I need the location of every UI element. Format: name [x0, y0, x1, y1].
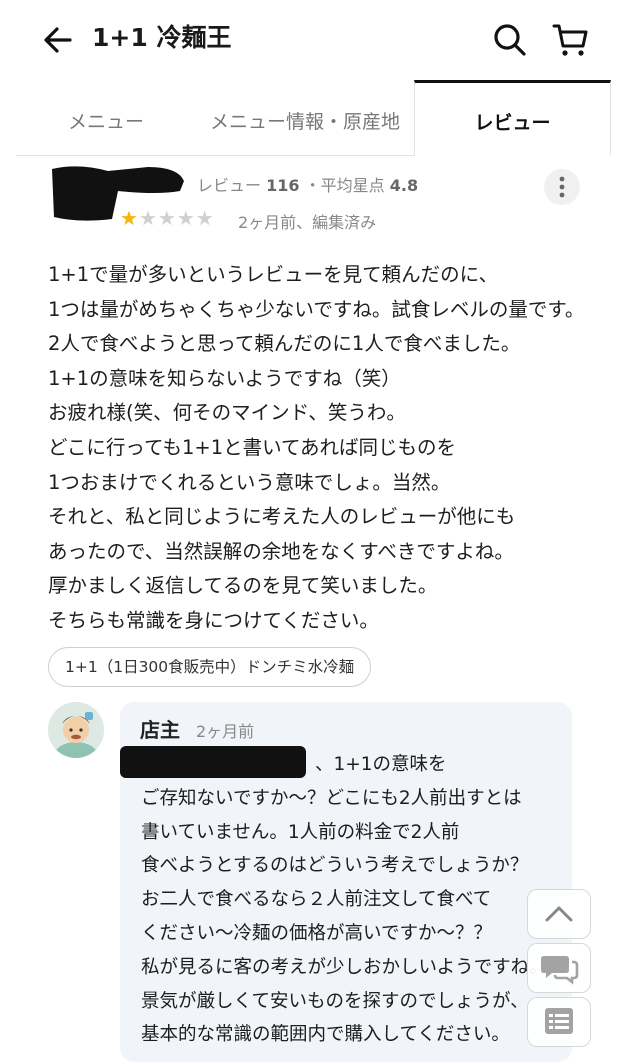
reply-line: 、1+1の意味を — [315, 754, 447, 775]
review-text: 1+1で量が多いというレビューを見て頼んだのに、 1つは量がめちゃくちゃ少ないです… — [48, 258, 608, 639]
tab-bar: メニュー メニュー情報・原産地 レビュー — [16, 80, 611, 156]
menu-tag[interactable]: 1+1（1日300食販売中）ドンチミ水冷麺 — [48, 647, 372, 687]
app-header: 1+1 冷麺王 — [0, 0, 627, 80]
reply-line: 食べようとするのはどういう考えでしょうか？ — [141, 855, 529, 877]
cart-button[interactable] — [550, 20, 590, 60]
review-line: 1+1で量が多いというレビューを見て頼んだのに、 — [48, 263, 499, 286]
cart-icon — [552, 24, 588, 56]
review-line: 1つは量がめちゃくちゃ少ないですね。試食レベルの量です。 — [48, 297, 585, 321]
star-filled-icon: ★ — [120, 206, 139, 230]
reviewer-stats: レビュー 116 ・平均星点 4.8 — [197, 172, 418, 196]
avg-rating: 4.8 — [389, 176, 419, 195]
reply-line: お二人で食べるなら２人前注文して食べて — [141, 889, 492, 911]
review-count: 116 — [266, 176, 300, 195]
reply-date: 2ヶ月前 — [196, 722, 255, 741]
page-title: 1+1 冷麺王 — [92, 23, 232, 52]
reply-line: 私が見るに客の考えが少しおかしいようですね。 — [141, 956, 548, 978]
reply-line: 書いていません。1人前の料金で2人前 — [141, 821, 460, 843]
review-line: そちらも常識を身につけてください。 — [48, 608, 379, 632]
scroll-top-button[interactable] — [527, 889, 591, 939]
reply-line: 基本的な常識の範囲内で購入してください。 — [141, 1024, 510, 1046]
search-button[interactable] — [490, 20, 530, 60]
reply-line: 景気が厳しくて安いものを探すのでしょうが、 — [141, 990, 529, 1012]
back-button[interactable] — [40, 22, 76, 58]
list-icon — [545, 1008, 573, 1034]
star-empty-icon: ★ — [157, 206, 177, 230]
review-line: あったので、当然誤解の余地をなくすべきですよね。 — [48, 539, 514, 563]
review-line: 1つおまけでくれるという意味でしょ。当然。 — [48, 470, 451, 494]
owner-name: 店主 — [140, 718, 180, 742]
review-line: 1+1の意味を知らないようですね（笑） — [48, 366, 401, 390]
meta-separator: ・ — [304, 176, 321, 195]
chat-icon — [541, 956, 579, 985]
review-line: お疲れ様(笑、何そのマインド、笑うわ。 — [48, 401, 406, 425]
arrow-left-icon — [44, 27, 72, 53]
tab-menu-info[interactable]: メニュー情報・原産地 — [196, 80, 414, 155]
tab-review[interactable]: レビュー — [414, 80, 611, 156]
star-empty-icon: ★ — [195, 206, 215, 230]
star-empty-icon: ★ — [138, 206, 158, 230]
reply-text: 、1+1の意味を ご存知ないですか～？どこにも2人前出すとは 書いていません。1人… — [141, 748, 571, 1052]
chat-button[interactable] — [527, 943, 591, 993]
chevron-up-icon — [545, 906, 573, 922]
search-icon — [494, 24, 526, 56]
review-line: どこに行っても1+1と書いてあれば同じものを — [48, 435, 456, 459]
avg-rating-label: 平均星点 — [320, 176, 385, 195]
reply-line: ください～冷麺の価格が高いですか～？？ — [141, 922, 492, 944]
star-empty-icon: ★ — [176, 206, 196, 230]
more-vertical-icon — [559, 176, 565, 198]
owner-avatar — [48, 702, 104, 758]
review-line: 2人で食べようと思って頼んだのに1人で食べました。 — [48, 332, 521, 356]
more-options-button[interactable] — [544, 169, 580, 205]
tab-menu[interactable]: メニュー — [16, 80, 196, 155]
review-count-label: レビュー — [197, 176, 262, 195]
review-date: 2ヶ月前、編集済み — [238, 213, 377, 232]
star-rating: ★★★★★ — [120, 206, 215, 230]
review-line: 厚かましく返信してるのを見て笑いました。 — [48, 574, 438, 598]
review-line: それと、私と同じように考えた人のレビューが他にも — [48, 505, 516, 529]
reply-line: ご存知ないですか～？どこにも2人前出すとは — [141, 787, 522, 809]
